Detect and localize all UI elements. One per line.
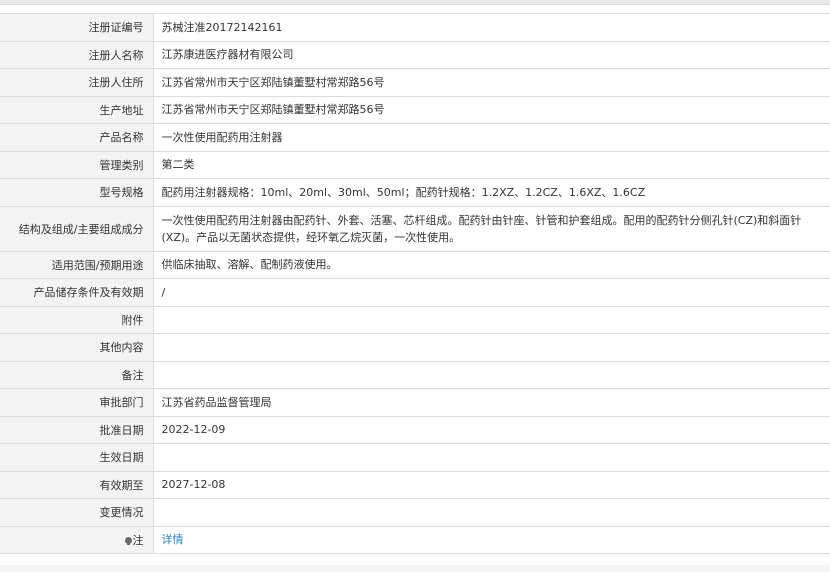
field-label: 产品储存条件及有效期	[0, 278, 154, 307]
field-label: 备注	[0, 360, 154, 389]
field-label: 审批部门	[0, 388, 154, 417]
field-label: 型号规格	[0, 178, 154, 207]
table-row-other-content: 其他内容	[0, 333, 830, 362]
field-label: 批准日期	[0, 415, 154, 444]
table-row-structure-composition: 结构及组成/主要组成成分 一次性使用配药用注射器由配药针、外套、活塞、芯杆组成。…	[0, 205, 830, 252]
field-value-approval-date: 2022-12-09	[152, 415, 830, 444]
field-label: 注册人住所	[0, 68, 154, 97]
field-value-valid-until: 2027-12-08	[152, 470, 830, 499]
field-value-effective-date	[152, 443, 830, 472]
field-value-structure-composition: 一次性使用配药用注射器由配药针、外套、活塞、芯杆组成。配药针由针座、针管和护套组…	[152, 205, 830, 252]
field-label: 适用范围/预期用途	[0, 250, 154, 279]
field-label: 有效期至	[0, 470, 154, 499]
note-label: 注	[132, 533, 144, 547]
field-label: 其他内容	[0, 333, 154, 362]
registration-info-table: 注册证编号 苏械注准20172142161 注册人名称 江苏康进医疗器材有限公司…	[0, 13, 830, 554]
field-label: 注册人名称	[0, 40, 154, 69]
table-row-product-name: 产品名称 一次性使用配药用注射器	[0, 123, 830, 152]
top-bar	[0, 0, 830, 5]
field-value-registrant-address: 江苏省常州市天宁区郑陆镇董墅村常郑路56号	[152, 68, 830, 97]
table-row-change-history: 变更情况	[0, 498, 830, 527]
table-row-production-address: 生产地址 江苏省常州市天宁区郑陆镇董墅村常郑路56号	[0, 95, 830, 124]
table-row-approval-department: 审批部门 江苏省药品监督管理局	[0, 388, 830, 417]
field-label: 附件	[0, 305, 154, 334]
field-label-note: 注	[0, 525, 154, 554]
field-label: 产品名称	[0, 123, 154, 152]
table-row-intended-use: 适用范围/预期用途 供临床抽取、溶解、配制药液使用。	[0, 250, 830, 279]
field-label: 生效日期	[0, 443, 154, 472]
field-label: 注册证编号	[0, 13, 154, 42]
field-value-approval-department: 江苏省药品监督管理局	[152, 388, 830, 417]
field-value-other-content	[152, 333, 830, 362]
field-value-production-address: 江苏省常州市天宁区郑陆镇董墅村常郑路56号	[152, 95, 830, 124]
field-label: 生产地址	[0, 95, 154, 124]
table-row-storage-validity: 产品储存条件及有效期 /	[0, 278, 830, 307]
lightbulb-icon	[124, 536, 132, 545]
field-value-storage-validity: /	[152, 278, 830, 307]
table-row-management-category: 管理类别 第二类	[0, 150, 830, 179]
field-value-attachment	[152, 305, 830, 334]
table-row-remarks: 备注	[0, 360, 830, 389]
registration-info-panel: 注册证编号 苏械注准20172142161 注册人名称 江苏康进医疗器材有限公司…	[0, 13, 830, 554]
table-row-registrant-address: 注册人住所 江苏省常州市天宁区郑陆镇董墅村常郑路56号	[0, 68, 830, 97]
field-label: 变更情况	[0, 498, 154, 527]
field-value-product-name: 一次性使用配药用注射器	[152, 123, 830, 152]
field-label: 结构及组成/主要组成成分	[0, 205, 154, 252]
table-row-effective-date: 生效日期	[0, 443, 830, 472]
table-row-valid-until: 有效期至 2027-12-08	[0, 470, 830, 499]
details-link[interactable]: 详情	[162, 533, 184, 546]
table-row-attachment: 附件	[0, 305, 830, 334]
field-label: 管理类别	[0, 150, 154, 179]
field-value-registration-number: 苏械注准20172142161	[152, 13, 830, 42]
field-value-management-category: 第二类	[152, 150, 830, 179]
field-value-note: 详情	[152, 525, 830, 554]
table-row-note: 注 详情	[0, 525, 830, 554]
field-value-change-history	[152, 498, 830, 527]
table-row-registrant-name: 注册人名称 江苏康进医疗器材有限公司	[0, 40, 830, 69]
table-row-approval-date: 批准日期 2022-12-09	[0, 415, 830, 444]
field-value-model-spec: 配药用注射器规格：10ml、20ml、30ml、50ml；配药针规格：1.2XZ…	[152, 178, 830, 207]
field-value-registrant-name: 江苏康进医疗器材有限公司	[152, 40, 830, 69]
table-row-model-spec: 型号规格 配药用注射器规格：10ml、20ml、30ml、50ml；配药针规格：…	[0, 178, 830, 207]
field-value-remarks	[152, 360, 830, 389]
field-value-intended-use: 供临床抽取、溶解、配制药液使用。	[152, 250, 830, 279]
table-row-registration-number: 注册证编号 苏械注准20172142161	[0, 13, 830, 42]
bottom-bar	[0, 565, 830, 572]
